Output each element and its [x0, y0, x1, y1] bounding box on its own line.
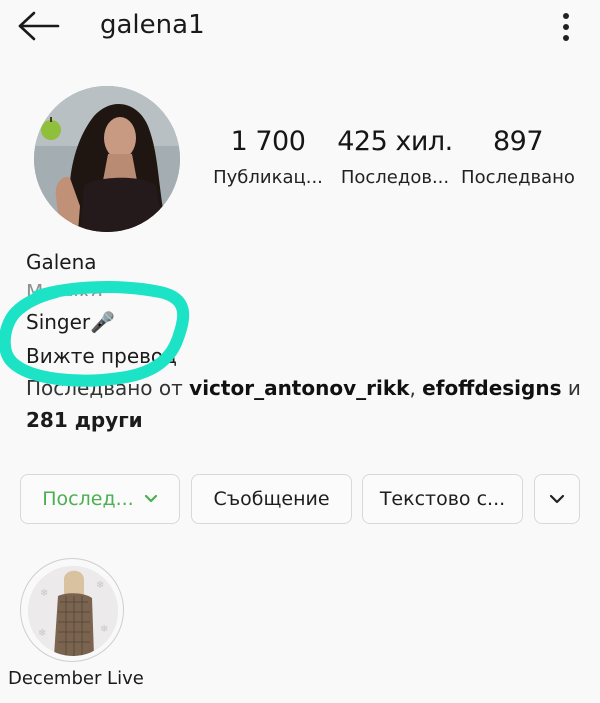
stat-followers[interactable]: 425 хил. Последов...	[333, 126, 457, 188]
highlight-image: ❄ ❄ ❄ ❄	[28, 566, 118, 656]
profile-photo	[34, 86, 180, 232]
highlight-label: December Live	[8, 668, 144, 689]
bio-text: Singer🎤	[26, 310, 116, 334]
suggestions-expand-button[interactable]	[534, 474, 580, 524]
svg-text:❄: ❄	[100, 624, 108, 635]
see-translation-link[interactable]: Вижте превод	[26, 344, 177, 368]
followed-by-others[interactable]: 281 други	[26, 408, 143, 432]
svg-text:❄: ❄	[96, 580, 104, 591]
highlight-cover[interactable]: ❄ ❄ ❄ ❄	[28, 566, 118, 656]
stat-posts[interactable]: 1 700 Публикац...	[206, 126, 330, 188]
following-label: Последвано	[461, 167, 575, 188]
stat-following[interactable]: 897 Последвано	[456, 126, 580, 188]
bio-category: Музика	[26, 280, 104, 304]
followed-by-prefix: Последвано от	[26, 376, 190, 400]
following-count: 897	[492, 126, 544, 157]
followed-by-text[interactable]: Последвано от victor_antonov_rikk, efoff…	[26, 376, 581, 400]
chevron-down-icon	[144, 494, 157, 503]
message-button[interactable]: Съобщение	[191, 474, 352, 524]
followed-by-user-1[interactable]: victor_antonov_rikk	[189, 376, 409, 400]
followed-by-and: и	[561, 376, 581, 400]
svg-text:❄: ❄	[38, 628, 46, 639]
posts-label: Публикац...	[213, 167, 323, 188]
avatar[interactable]	[34, 86, 180, 232]
bio-name: Galena	[26, 250, 97, 274]
profile-username: galena1	[100, 10, 205, 40]
chevron-down-icon	[549, 494, 565, 504]
followed-by-separator: ,	[409, 376, 423, 400]
arrow-left-icon[interactable]	[16, 10, 62, 42]
svg-text:❄: ❄	[40, 588, 48, 599]
followers-count: 425 хил.	[337, 126, 453, 157]
email-button[interactable]: Текстово с...	[362, 474, 523, 524]
posts-count: 1 700	[230, 126, 306, 157]
followers-label: Последов...	[340, 167, 450, 188]
followed-by-user-2[interactable]: efoffdesigns	[422, 376, 561, 400]
more-vertical-icon[interactable]	[560, 12, 572, 42]
following-button-label: Послед...	[42, 488, 134, 510]
following-button[interactable]: Послед...	[20, 474, 180, 524]
